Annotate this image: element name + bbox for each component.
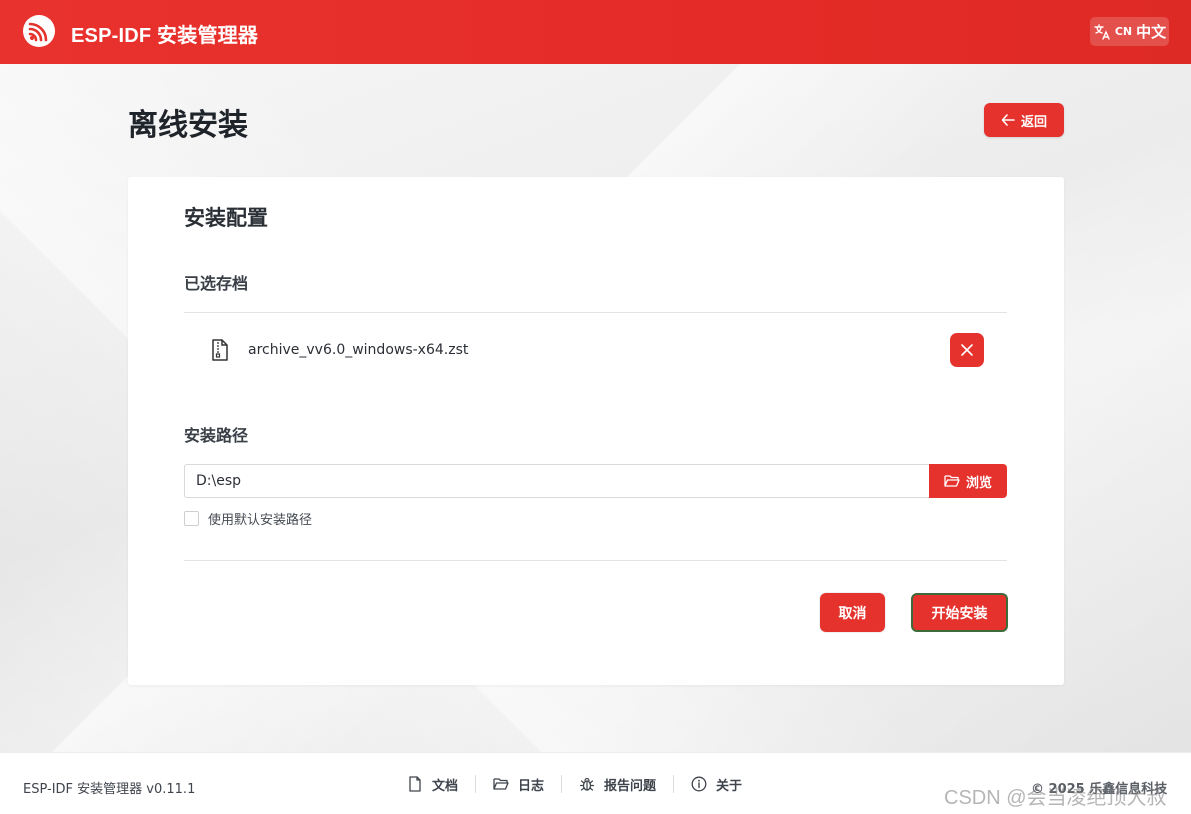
archive-file-icon <box>212 339 228 361</box>
default-path-option: 使用默认安装路径 <box>184 509 312 528</box>
install-config-card: 安装配置 已选存档 archive_vv6.0_windows-x64.zst … <box>128 177 1064 685</box>
actions-divider <box>184 560 1007 561</box>
footer-link-label: 文档 <box>432 778 459 794</box>
folder-open-icon <box>944 475 960 487</box>
footer-link-about[interactable]: 关于 <box>674 775 759 794</box>
install-path-group: 浏览 <box>184 464 1007 498</box>
app-footer: ESP-IDF 安装管理器 v0.11.1 文档 日志 报告问题 关于 © 20… <box>0 752 1191 814</box>
back-button-label: 返回 <box>1020 114 1047 130</box>
footer-link-label: 日志 <box>518 778 545 794</box>
footer-link-logs[interactable]: 日志 <box>476 775 561 794</box>
espressif-logo-icon <box>23 15 55 47</box>
footer-link-label: 关于 <box>716 778 743 794</box>
folder-icon <box>493 778 509 790</box>
bug-icon <box>579 777 595 791</box>
footer-link-report-issue[interactable]: 报告问题 <box>562 775 673 794</box>
remove-archive-button[interactable] <box>950 333 984 367</box>
footer-copyright: © 2025 乐鑫信息科技 <box>1031 782 1168 797</box>
install-path-label: 安装路径 <box>184 426 249 445</box>
install-path-input[interactable] <box>184 464 929 498</box>
info-icon <box>691 776 707 792</box>
footer-link-label: 报告问题 <box>604 778 657 794</box>
translate-icon <box>1094 23 1110 40</box>
footer-link-docs[interactable]: 文档 <box>390 775 475 794</box>
cancel-button[interactable]: 取消 <box>820 593 885 632</box>
footer-links: 文档 日志 报告问题 关于 <box>390 772 759 796</box>
arrow-left-icon <box>1001 114 1015 126</box>
browse-button-label: 浏览 <box>965 475 992 491</box>
archive-file-name: archive_vv6.0_windows-x64.zst <box>248 342 469 358</box>
browse-button[interactable]: 浏览 <box>929 464 1007 498</box>
default-path-checkbox[interactable] <box>184 511 199 526</box>
language-label: 中文 <box>1136 23 1167 41</box>
back-button[interactable]: 返回 <box>984 103 1064 137</box>
default-path-checkbox-label: 使用默认安装路径 <box>208 513 313 528</box>
app-title: ESP-IDF 安装管理器 <box>71 25 259 47</box>
selected-archive-label: 已选存档 <box>184 274 249 293</box>
selected-archive-row: archive_vv6.0_windows-x64.zst <box>184 313 1007 387</box>
footer-version: ESP-IDF 安装管理器 v0.11.1 <box>23 782 196 797</box>
language-code: CN <box>1114 25 1133 38</box>
document-icon <box>409 776 421 792</box>
close-icon <box>961 344 973 356</box>
start-install-button[interactable]: 开始安装 <box>911 593 1008 632</box>
app-header: ESP-IDF 安装管理器 CN 中文 <box>0 0 1191 64</box>
language-switcher-button[interactable]: CN 中文 <box>1090 17 1169 46</box>
page-title: 离线安装 <box>128 108 248 143</box>
card-title: 安装配置 <box>184 206 268 230</box>
